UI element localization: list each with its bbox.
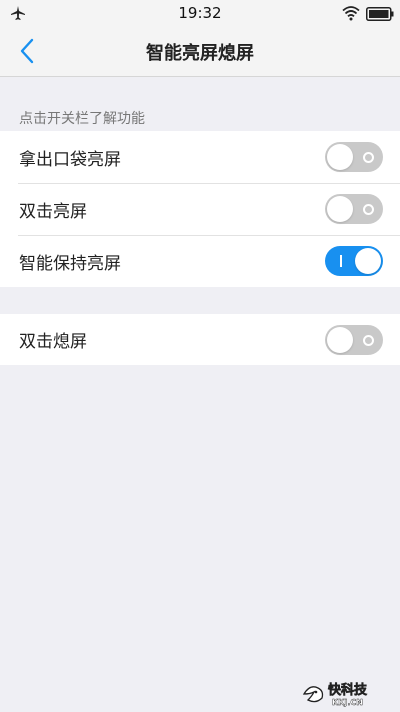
double-tap-wake-toggle[interactable] <box>325 194 383 224</box>
setting-row-double-tap-sleep[interactable]: 双击熄屏 <box>0 314 400 365</box>
section-caption: 点击开关栏了解功能 <box>19 111 145 127</box>
settings-group-wake: 拿出口袋亮屏 双击亮屏 智能保持亮屏 <box>0 131 400 287</box>
toggle-knob <box>327 326 353 353</box>
toggle-off-mark-icon <box>363 334 374 346</box>
toggle-on-mark-icon <box>340 255 342 267</box>
setting-row-smart-stay-on[interactable]: 智能保持亮屏 <box>0 235 400 287</box>
status-time: 19:32 <box>178 4 222 22</box>
setting-label: 智能保持亮屏 <box>19 253 121 274</box>
page-title: 智能亮屏熄屏 <box>146 43 254 64</box>
pocket-wake-toggle[interactable] <box>325 142 383 172</box>
setting-label: 拿出口袋亮屏 <box>19 149 121 170</box>
toggle-knob <box>327 196 353 222</box>
chevron-left-icon <box>20 38 34 64</box>
back-button[interactable] <box>12 36 42 66</box>
battery-icon <box>366 6 394 21</box>
setting-label: 双击亮屏 <box>19 201 87 222</box>
wifi-icon <box>342 5 360 21</box>
toggle-knob <box>355 248 381 274</box>
watermark-domain: KKJ.CN <box>332 698 363 707</box>
setting-row-double-tap-wake[interactable]: 双击亮屏 <box>0 183 400 235</box>
smart-stay-on-toggle[interactable] <box>325 246 383 276</box>
watermark-logo: 快科技 KKJ.CN <box>302 678 392 708</box>
setting-label: 双击熄屏 <box>19 332 87 352</box>
toggle-knob <box>327 144 353 170</box>
nav-bar: 智能亮屏熄屏 <box>0 26 400 77</box>
setting-row-pocket-wake[interactable]: 拿出口袋亮屏 <box>0 131 400 183</box>
toggle-off-mark-icon <box>363 204 374 215</box>
toggle-off-mark-icon <box>363 152 374 163</box>
settings-group-sleep: 双击熄屏 <box>0 314 400 365</box>
double-tap-sleep-toggle[interactable] <box>325 324 383 355</box>
status-bar: 19:32 <box>0 0 400 26</box>
watermark-brand: 快科技 <box>328 682 368 698</box>
